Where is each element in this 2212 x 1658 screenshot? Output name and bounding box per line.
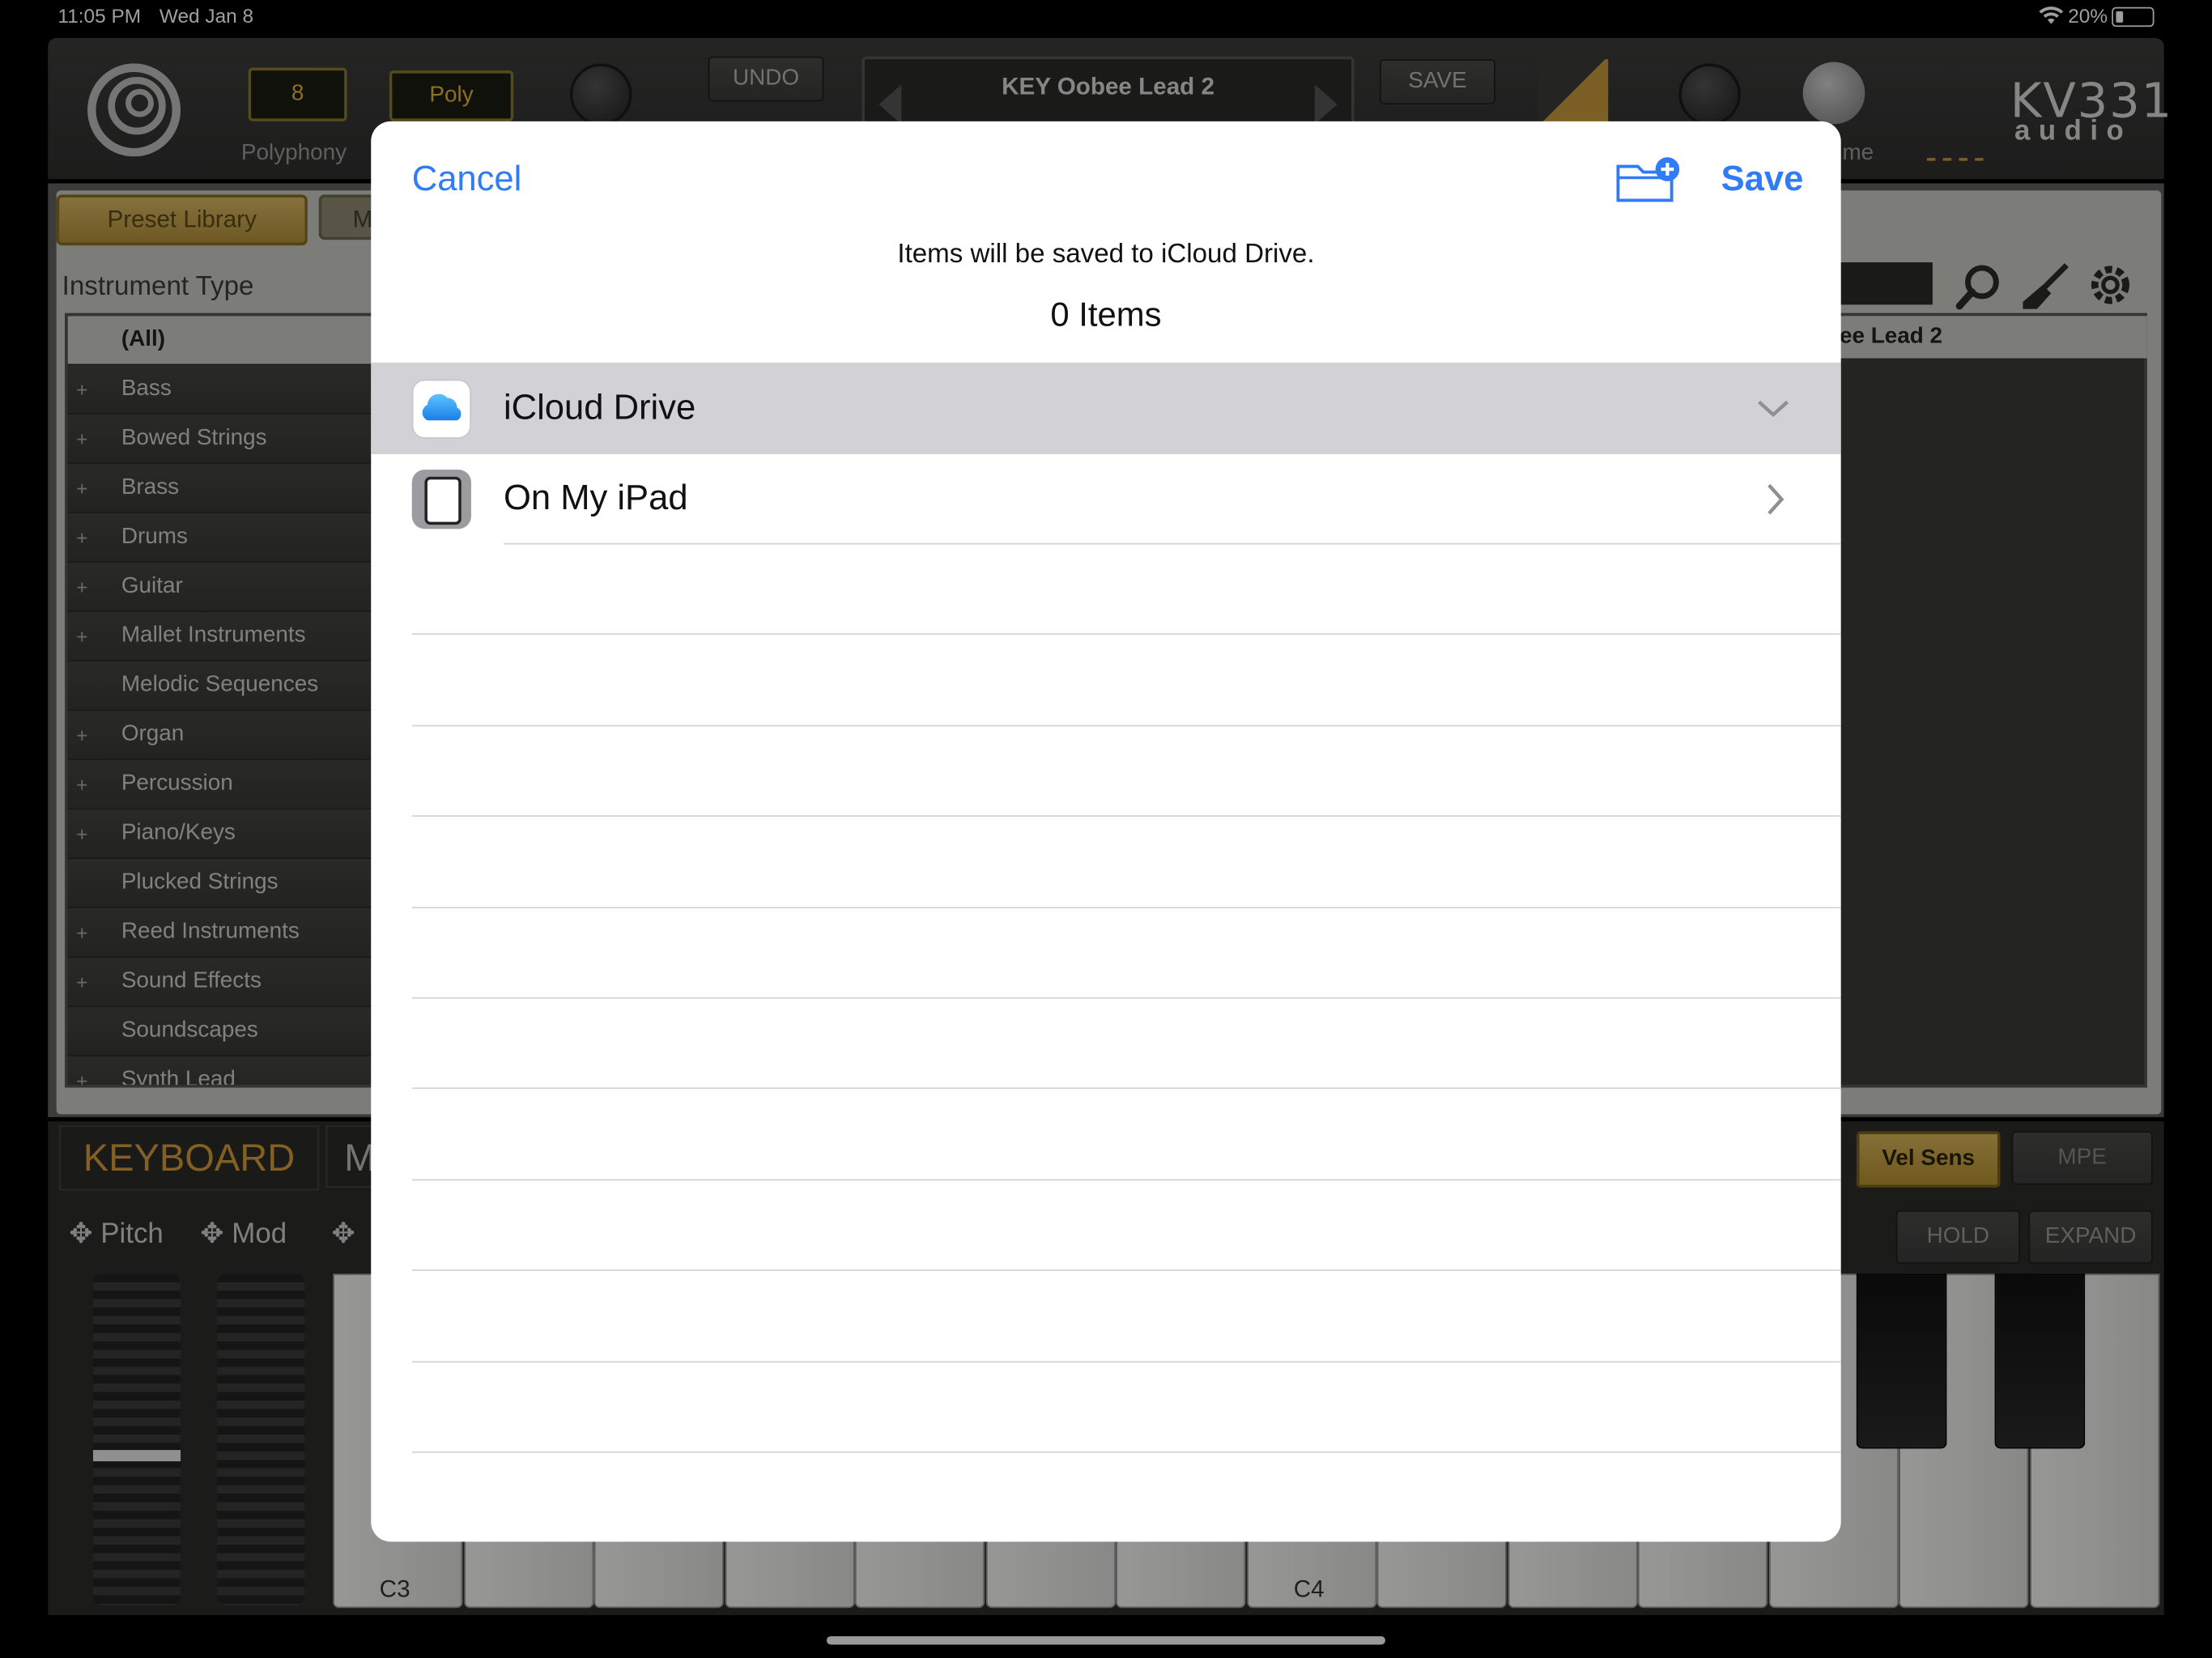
icloud-icon xyxy=(411,379,471,439)
chevron-down-icon[interactable] xyxy=(1756,397,1790,420)
divider xyxy=(411,815,1841,818)
location-row-on-my-ipad[interactable]: On My iPad xyxy=(371,454,1840,545)
divider xyxy=(504,542,1841,545)
divider xyxy=(411,1360,1841,1363)
items-count: 0 Items xyxy=(1050,295,1162,334)
screen: 11:05 PM Wed Jan 8 20% 8 Poly Polyphony … xyxy=(0,0,2212,1658)
ipad-icon xyxy=(411,470,471,529)
divider xyxy=(411,1179,1841,1180)
home-indicator[interactable] xyxy=(826,1636,1385,1645)
location-row-icloud-drive[interactable]: iCloud Drive xyxy=(371,363,1841,455)
divider xyxy=(411,633,1841,636)
chevron-right-icon[interactable] xyxy=(1765,483,1788,517)
divider xyxy=(411,906,1841,908)
cancel-button[interactable]: Cancel xyxy=(412,159,522,201)
new-folder-icon[interactable] xyxy=(1615,155,1680,203)
location-label: iCloud Drive xyxy=(504,388,696,427)
divider xyxy=(411,725,1841,726)
save-location-info: Items will be saved to iCloud Drive. xyxy=(897,240,1315,270)
location-label: On My iPad xyxy=(504,478,688,518)
divider xyxy=(411,1451,1841,1453)
save-document-sheet: Cancel Save Items will be saved to iClou… xyxy=(371,121,1841,1542)
divider xyxy=(411,1269,1841,1272)
divider xyxy=(411,997,1841,999)
divider xyxy=(411,1087,1841,1090)
save-button[interactable]: Save xyxy=(1721,159,1804,201)
